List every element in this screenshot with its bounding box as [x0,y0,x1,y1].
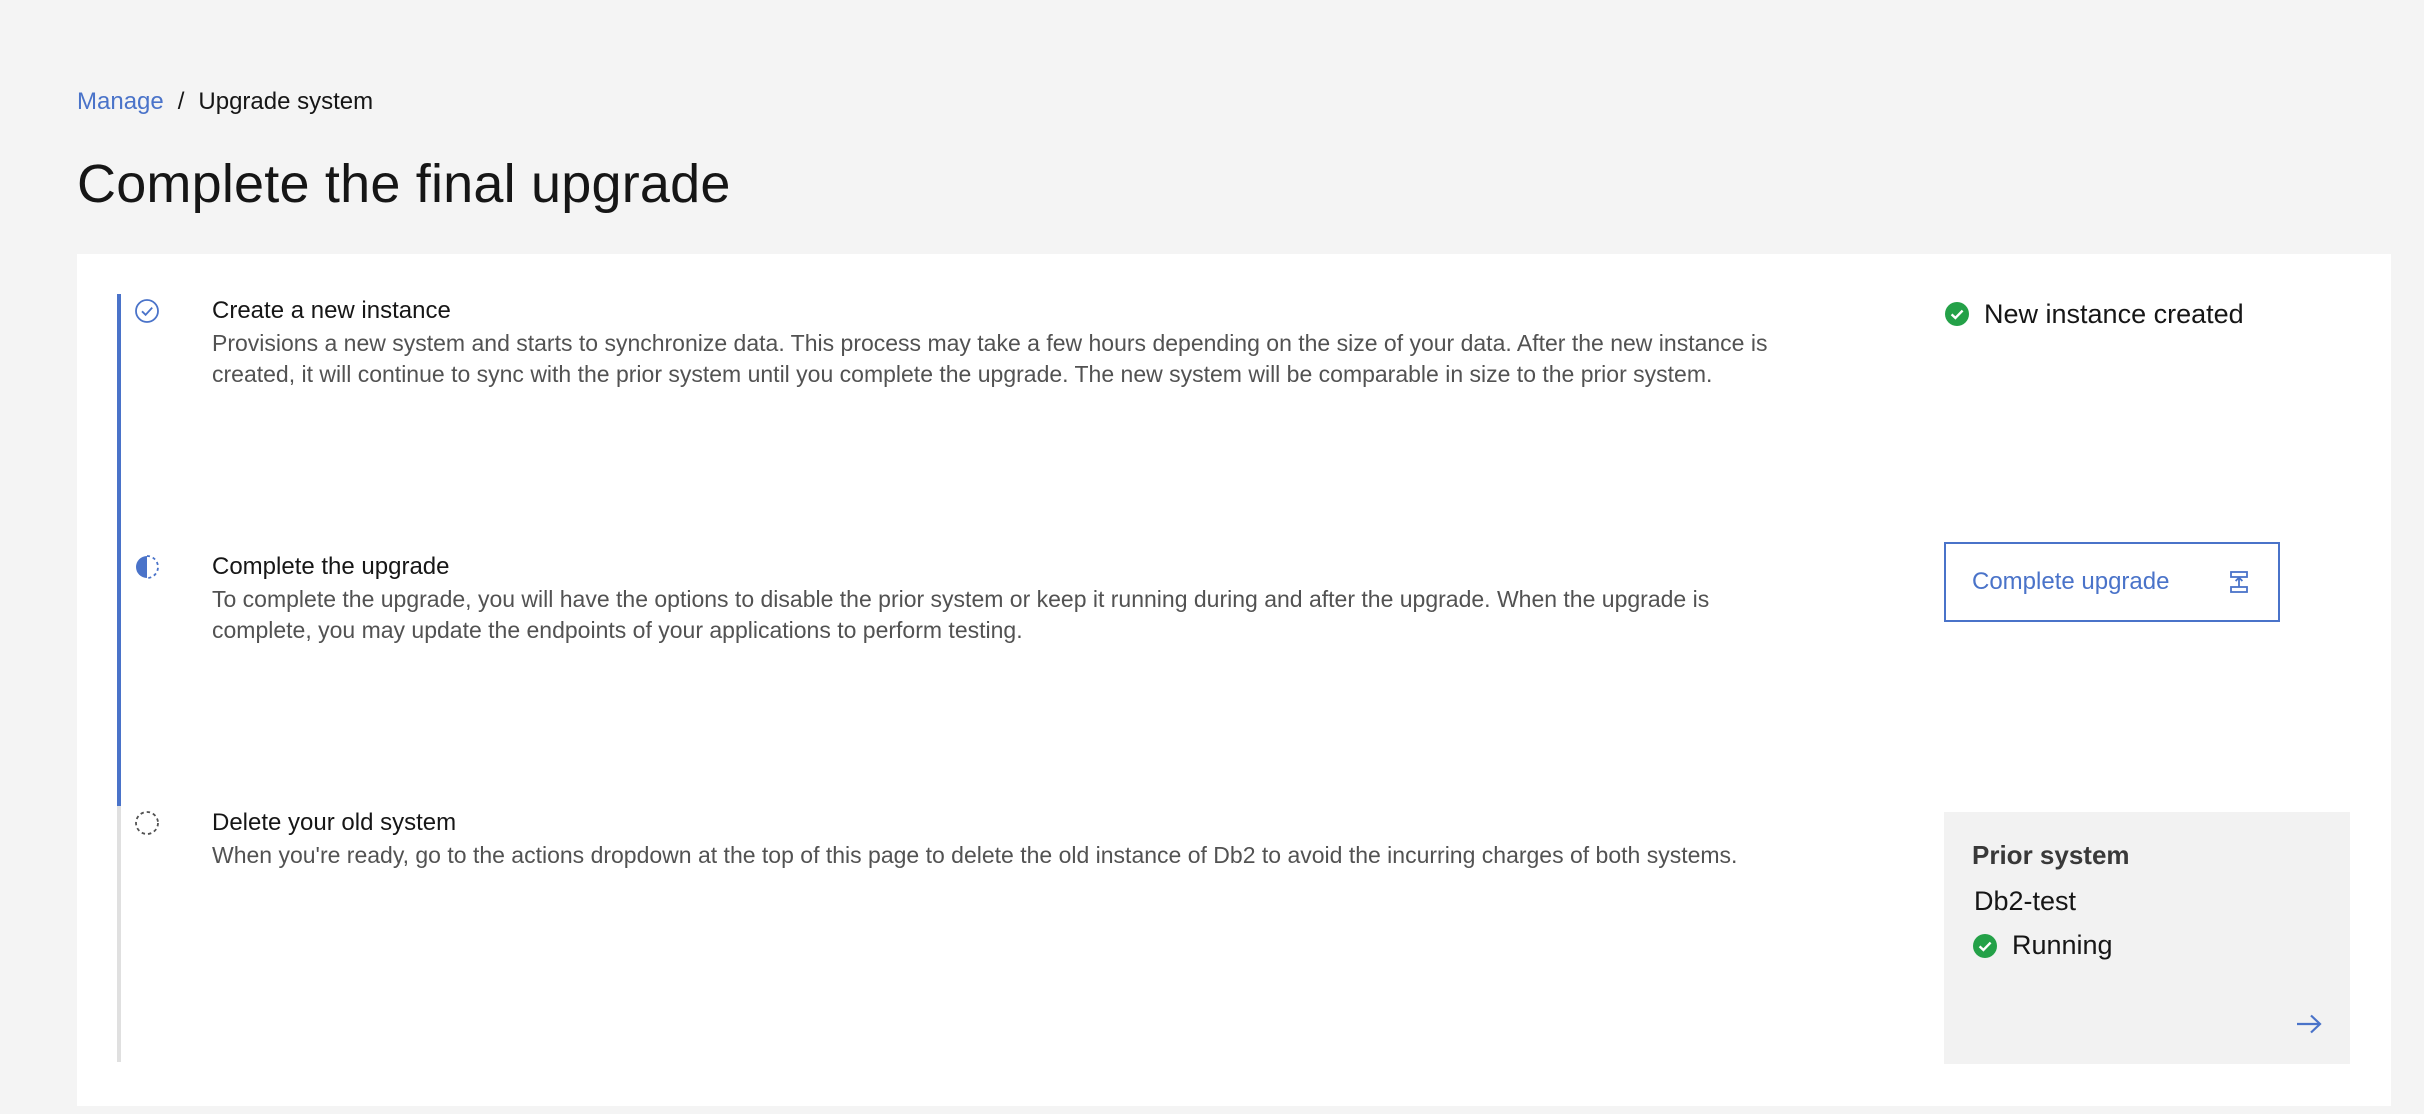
arrow-right-icon[interactable] [2294,1012,2324,1036]
step-title: Create a new instance [212,297,451,324]
prior-system-name: Db2-test [1974,886,2077,916]
progress-rail [117,294,121,1062]
checkmark-outline-icon [135,299,159,323]
half-circle-icon [136,555,159,579]
step-description: When you're ready, go to the actions dro… [212,842,1738,868]
prior-system-status: Running [1972,930,2113,961]
page-title: Complete the final upgrade [77,154,731,214]
upgrade-icon [2230,571,2248,593]
breadcrumb: Manage / Upgrade system [77,86,373,118]
prior-system-card[interactable]: Prior system Db2-test Running [1944,812,2350,1064]
checkmark-filled-icon [1945,302,1969,326]
progress-rail-fill [117,294,121,806]
status-label: New instance created [1984,299,2244,329]
breadcrumb-current: Upgrade system [198,88,374,115]
status-new-instance-created: New instance created [1944,296,2244,332]
breadcrumb-link-manage[interactable]: Manage [77,86,164,118]
step-title: Delete your old system [212,809,457,836]
dashed-circle-icon [135,811,159,835]
complete-upgrade-button[interactable]: Complete upgrade [1944,542,2280,622]
step-description: Provisions a new system and starts to sy… [212,330,1768,387]
step-description: To complete the upgrade, you will have t… [212,586,1710,643]
complete-upgrade-label: Complete upgrade [1972,568,2170,595]
breadcrumb-separator: / [177,88,185,115]
prior-system-label: Prior system [1972,840,2130,870]
checkmark-filled-icon [1973,933,1997,958]
upgrade-panel: Create a new instance Provisions a new s… [77,254,2391,1106]
step-title: Complete the upgrade [212,553,450,580]
prior-system-status-label: Running [2012,930,2113,960]
